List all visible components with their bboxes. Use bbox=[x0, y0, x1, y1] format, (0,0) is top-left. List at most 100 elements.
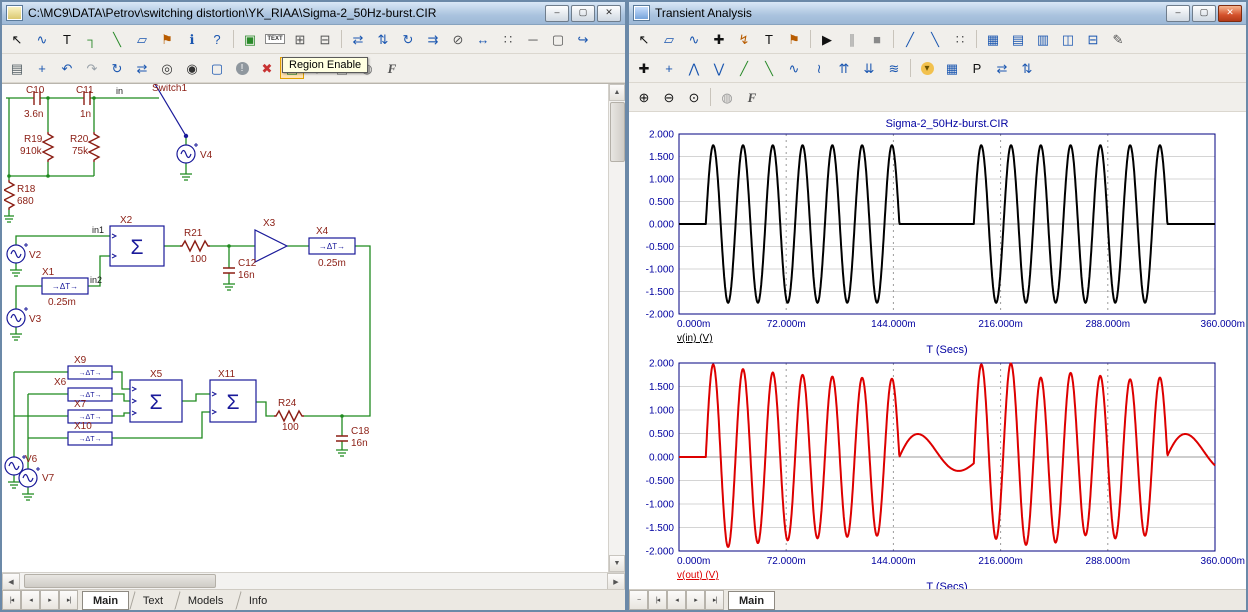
info-mode-icon[interactable]: ℹ bbox=[180, 28, 204, 50]
info-alert-icon[interactable]: ! bbox=[230, 57, 254, 79]
collapse-panel-button[interactable]: − bbox=[629, 590, 648, 610]
zoom-fit-icon[interactable]: ⊙ bbox=[682, 86, 706, 108]
font-icon[interactable]: F bbox=[380, 57, 404, 79]
close-button[interactable]: ✕ bbox=[597, 5, 621, 22]
horizontal-cursor-icon[interactable]: ✚ bbox=[632, 57, 656, 79]
grid-panel-icon[interactable]: ▦ bbox=[981, 28, 1005, 50]
next-tab-button[interactable]: ▸ bbox=[40, 590, 59, 610]
ruler-icon[interactable]: ─ bbox=[521, 28, 545, 50]
horizontal-grid-icon[interactable]: ▤ bbox=[1006, 28, 1030, 50]
horizontal-scroll-thumb[interactable] bbox=[24, 574, 216, 588]
scroll-up-button[interactable]: ▲ bbox=[609, 84, 625, 101]
tab-models[interactable]: Models bbox=[175, 591, 238, 610]
envelope-icon[interactable]: ≋ bbox=[882, 57, 906, 79]
schematic-canvas-area[interactable]: Σ Σ Σ →ΔT→ →ΔT→ →ΔT→ →ΔT→ →ΔT→ →ΔT→ C10 … bbox=[2, 83, 625, 572]
scope-mode-icon[interactable]: ∿ bbox=[682, 28, 706, 50]
global-high-icon[interactable]: ⇈ bbox=[832, 57, 856, 79]
vertical-grid-icon[interactable]: ▥ bbox=[1031, 28, 1055, 50]
send-to-back-icon[interactable]: ⊟ bbox=[313, 28, 337, 50]
prev-tab-button[interactable]: ◂ bbox=[21, 590, 40, 610]
next-tab-button[interactable]: ▸ bbox=[686, 590, 705, 610]
horizontal-scrollbar[interactable]: ◀ ▶ bbox=[2, 572, 625, 589]
tag-mode-icon[interactable]: ⚑ bbox=[782, 28, 806, 50]
tab-main[interactable]: Main bbox=[82, 591, 129, 610]
text-stepper-icon[interactable]: TEXT bbox=[263, 28, 287, 50]
trace-label[interactable]: v(out) (V) bbox=[677, 570, 719, 581]
rising-slope-icon[interactable]: ╱ bbox=[732, 57, 756, 79]
falling-slope-icon[interactable]: ╲ bbox=[757, 57, 781, 79]
mirror-icon[interactable]: ⇄ bbox=[130, 57, 154, 79]
grid-icon[interactable]: ▦ bbox=[940, 57, 964, 79]
plot-panel[interactable]: 2.0001.5001.0000.5000.000-0.500-1.000-1.… bbox=[629, 112, 1246, 589]
schematic-canvas[interactable]: Σ Σ Σ →ΔT→ →ΔT→ →ΔT→ →ΔT→ →ΔT→ →ΔT→ C10 … bbox=[4, 84, 590, 570]
scroll-down-button[interactable]: ▼ bbox=[609, 555, 625, 572]
peak-icon[interactable]: ⋀ bbox=[682, 57, 706, 79]
maximize-button[interactable]: ▢ bbox=[571, 5, 595, 22]
run-button[interactable]: ▶ bbox=[815, 28, 839, 50]
vout-chart[interactable]: 2.0001.5001.0000.5000.000-0.500-1.000-1.… bbox=[631, 356, 1246, 589]
font-icon[interactable]: F bbox=[740, 86, 764, 108]
first-tab-button[interactable]: |◂ bbox=[2, 590, 21, 610]
edit-icon[interactable]: ✎ bbox=[1106, 28, 1130, 50]
close-button[interactable]: ✕ bbox=[1218, 5, 1242, 22]
zoom-out-icon[interactable]: ⊖ bbox=[657, 86, 681, 108]
grid-dots-icon[interactable]: ∷ bbox=[496, 28, 520, 50]
display-icon[interactable]: ▢ bbox=[205, 57, 229, 79]
p-key-icon[interactable]: P bbox=[965, 57, 989, 79]
vertical-scroll-thumb[interactable] bbox=[610, 102, 625, 162]
vin-chart[interactable]: 2.0001.5001.0000.5000.000-0.500-1.000-1.… bbox=[631, 114, 1246, 356]
select-mode-icon[interactable]: ↖ bbox=[5, 28, 29, 50]
trace-label[interactable]: v(in) (V) bbox=[677, 333, 713, 344]
pause-button[interactable]: ∥ bbox=[840, 28, 864, 50]
page-settings-icon[interactable]: ▤ bbox=[5, 57, 29, 79]
disable-icon[interactable]: ⊘ bbox=[446, 28, 470, 50]
tab-text[interactable]: Text bbox=[129, 591, 177, 610]
probe-icon[interactable]: ↯ bbox=[732, 28, 756, 50]
first-tab-button[interactable]: |◂ bbox=[648, 590, 667, 610]
picture-mode-icon[interactable]: ▣ bbox=[238, 28, 262, 50]
rotate-left-icon[interactable]: ↻ bbox=[105, 57, 129, 79]
cursor-mode-icon[interactable]: ✚ bbox=[707, 28, 731, 50]
schematic-titlebar[interactable]: C:\MC9\DATA\Petrov\switching distortion\… bbox=[2, 2, 625, 25]
minimize-button[interactable]: – bbox=[1166, 5, 1190, 22]
maximize-button[interactable]: ▢ bbox=[1192, 5, 1216, 22]
flip-horizontal-icon[interactable]: ⇄ bbox=[346, 28, 370, 50]
plot-xy-icon[interactable]: ⇅ bbox=[1015, 57, 1039, 79]
tangent-mode-icon[interactable]: ╲ bbox=[923, 28, 947, 50]
split-panels-icon[interactable]: ◫ bbox=[1056, 28, 1080, 50]
vertical-scrollbar[interactable]: ▲ ▼ bbox=[608, 84, 625, 572]
sphere-icon[interactable]: ◍ bbox=[715, 86, 739, 108]
step-icon[interactable]: ⇉ bbox=[421, 28, 445, 50]
horizontal-scroll-track[interactable] bbox=[20, 573, 607, 589]
bring-to-front-icon[interactable]: ⊞ bbox=[288, 28, 312, 50]
rotate-icon[interactable]: ↻ bbox=[396, 28, 420, 50]
diagonal-wire-mode-icon[interactable]: ╲ bbox=[105, 28, 129, 50]
zoom-in-icon[interactable]: ⊕ bbox=[632, 86, 656, 108]
text-mode-icon[interactable]: T bbox=[757, 28, 781, 50]
tab-main[interactable]: Main bbox=[728, 591, 775, 610]
goto-icon[interactable]: ↪ bbox=[571, 28, 595, 50]
span-icon[interactable]: ↔ bbox=[471, 28, 495, 50]
swap-xy-icon[interactable]: ⇄ bbox=[990, 57, 1014, 79]
last-tab-button[interactable]: ▸| bbox=[705, 590, 724, 610]
undo-icon[interactable]: ↶ bbox=[55, 57, 79, 79]
last-tab-button[interactable]: ▸| bbox=[59, 590, 78, 610]
wire-mode-icon[interactable]: ┐ bbox=[80, 28, 104, 50]
component-mode-icon[interactable]: ∿ bbox=[30, 28, 54, 50]
line-mode-icon[interactable]: ╱ bbox=[898, 28, 922, 50]
select-mode-icon[interactable]: ↖ bbox=[632, 28, 656, 50]
vertical-cursor-icon[interactable]: + bbox=[657, 57, 681, 79]
passive-components[interactable] bbox=[4, 91, 348, 441]
find-part-icon[interactable]: ◉ bbox=[180, 57, 204, 79]
stop-button[interactable]: ■ bbox=[865, 28, 889, 50]
redo-icon[interactable]: ↷ bbox=[80, 57, 104, 79]
node-connect-icon[interactable]: + bbox=[30, 57, 54, 79]
find-icon[interactable]: ◎ bbox=[155, 57, 179, 79]
flag-mode-icon[interactable]: ⚑ bbox=[155, 28, 179, 50]
new-window-icon[interactable]: ▢ bbox=[546, 28, 570, 50]
animate-options-icon[interactable]: ▾ bbox=[915, 57, 939, 79]
global-low-icon[interactable]: ⇊ bbox=[857, 57, 881, 79]
data-points-icon[interactable]: ∷ bbox=[948, 28, 972, 50]
help-mode-icon[interactable]: ? bbox=[205, 28, 229, 50]
inflection-icon[interactable]: ≀ bbox=[807, 57, 831, 79]
